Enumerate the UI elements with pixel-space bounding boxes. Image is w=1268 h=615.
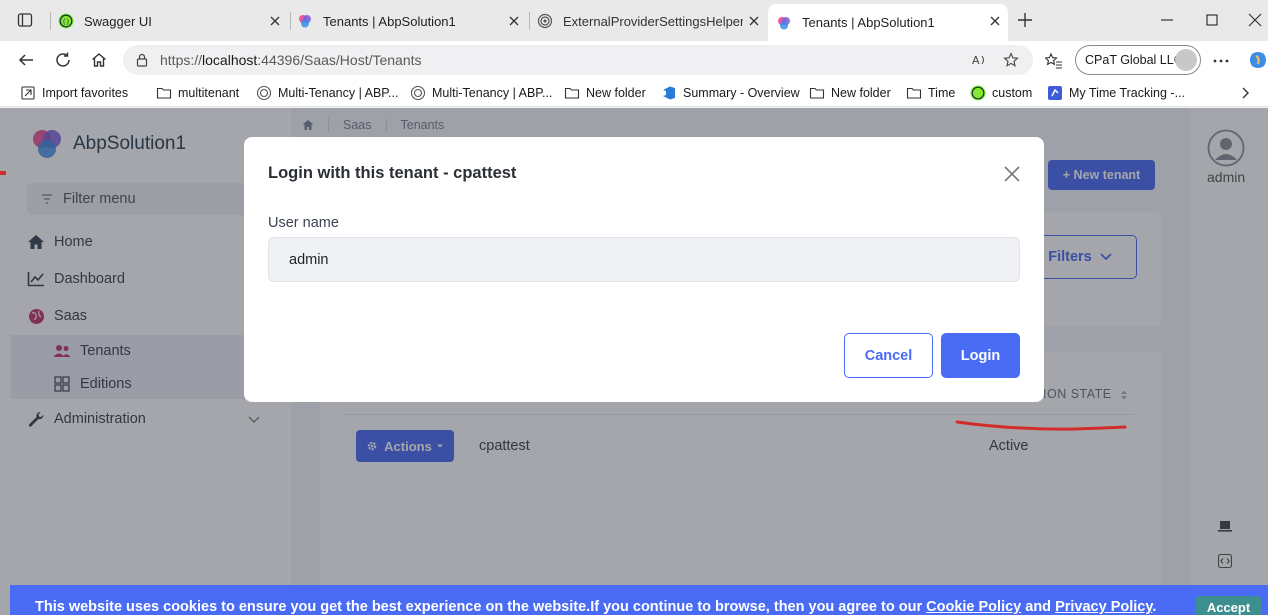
bookmark-folder[interactable]: New folder	[564, 84, 646, 102]
tab-title: Tenants | AbpSolution1	[802, 15, 935, 30]
cookie-text: This website uses cookies to ensure you …	[35, 599, 1156, 615]
swagger-icon: {}	[58, 13, 74, 29]
minimize-icon[interactable]	[1157, 10, 1177, 30]
bookmark-folder[interactable]: New folder	[809, 84, 891, 102]
avatar	[1175, 49, 1197, 71]
cookie-end: .	[1152, 599, 1157, 615]
bookmark-label: custom	[992, 86, 1033, 100]
url-path: :44396/Saas/Host/Tenants	[257, 52, 422, 68]
url-scheme: https://	[160, 52, 203, 68]
new-tab-icon[interactable]	[1015, 10, 1035, 30]
cookie-banner: This website uses cookies to ensure you …	[10, 585, 1268, 615]
bookmark-link[interactable]: Multi-Tenancy | ABP...	[256, 84, 398, 102]
fingerprint-icon	[410, 85, 426, 101]
tab-title: Swagger UI	[84, 13, 152, 29]
address-bar[interactable]: https://localhost:44396/Saas/Host/Tenant…	[123, 45, 1033, 75]
tab-external-provider[interactable]: ExternalProviderSettingsHelper af	[537, 7, 767, 35]
tab-tenants-1[interactable]: Tenants | AbpSolution1	[297, 7, 527, 35]
bookmark-folder[interactable]: multitenant	[156, 84, 239, 102]
fingerprint-icon	[256, 85, 272, 101]
abp-icon	[299, 15, 311, 28]
svg-text:A: A	[972, 54, 980, 67]
bookmark-label: New folder	[831, 86, 891, 100]
bookmark-label: multitenant	[178, 86, 240, 100]
home-icon[interactable]	[88, 49, 110, 71]
cookie-policy-link[interactable]: Cookie Policy	[926, 599, 1021, 615]
copilot-icon[interactable]	[1248, 50, 1268, 70]
bookmark-label: Time	[928, 86, 956, 100]
login-button[interactable]: Login	[941, 333, 1020, 378]
close-icon[interactable]	[268, 14, 282, 28]
close-icon[interactable]	[1003, 165, 1021, 183]
annotation-underline	[955, 420, 1127, 431]
folder-icon	[809, 87, 825, 99]
close-icon[interactable]	[507, 14, 521, 28]
tab-swagger[interactable]: {} Swagger UI	[58, 7, 288, 35]
profile-name: CPaT Global LLC	[1085, 53, 1183, 67]
import-icon	[21, 86, 35, 100]
tab-actions-icon[interactable]	[14, 9, 36, 31]
bookmark-label: My Time Tracking -...	[1069, 86, 1185, 100]
maximize-icon[interactable]	[1202, 10, 1222, 30]
folder-icon	[156, 87, 172, 99]
bookmark-label: Summary - Overview	[683, 86, 800, 100]
bookmark-label: New folder	[586, 86, 646, 100]
cookie-and: and	[1021, 599, 1056, 615]
browser-toolbar: https://localhost:44396/Saas/Host/Tenant…	[0, 41, 1268, 79]
abp-icon	[778, 16, 790, 29]
login-tenant-modal: Login with this tenant - cpattest User n…	[244, 137, 1044, 402]
close-icon[interactable]	[988, 14, 1002, 28]
bookmark-label: Import favorites	[42, 86, 129, 100]
chevron-right-icon[interactable]	[1238, 85, 1252, 101]
window-close-icon[interactable]	[1245, 10, 1265, 30]
url-text: https://localhost:44396/Saas/Host/Tenant…	[160, 52, 422, 68]
folder-icon	[564, 87, 580, 99]
annotation-mark	[0, 171, 6, 175]
back-icon[interactable]	[15, 49, 37, 71]
url-host: localhost	[202, 52, 258, 68]
tab-separator	[529, 12, 530, 30]
bookmarks-bar: Import favorites multitenant Multi-Tenan…	[0, 79, 1268, 107]
privacy-policy-link[interactable]: Privacy Policy	[1055, 599, 1152, 615]
bookmark-link[interactable]: My Time Tracking -...	[1047, 84, 1185, 102]
accept-cookies-button[interactable]: Accept	[1196, 596, 1261, 615]
bookmark-label: Multi-Tenancy | ABP...	[432, 86, 553, 100]
time-tracking-icon	[1048, 86, 1062, 100]
username-input[interactable]	[268, 237, 1020, 282]
fingerprint-icon	[537, 13, 553, 29]
bookmark-import-favorites[interactable]: Import favorites	[20, 84, 128, 102]
svg-text:{}: {}	[62, 19, 70, 26]
read-aloud-icon[interactable]: A	[971, 52, 987, 68]
folder-icon	[906, 87, 922, 99]
browser-tab-bar: {} Swagger UI Tenants | AbpSolution1 Ext…	[0, 0, 1268, 41]
refresh-icon[interactable]	[52, 49, 74, 71]
favorite-star-icon[interactable]	[1003, 52, 1019, 68]
azure-devops-icon	[663, 86, 675, 100]
profile-button[interactable]: CPaT Global LLC	[1075, 45, 1201, 75]
cookie-message: This website uses cookies to ensure you …	[35, 599, 927, 615]
username-label: User name	[268, 215, 339, 231]
tab-title: ExternalProviderSettingsHelper af	[563, 13, 743, 29]
tab-separator	[50, 12, 51, 30]
bookmark-link[interactable]: custom	[970, 84, 1032, 102]
bookmark-folder[interactable]: Time	[906, 84, 955, 102]
more-options-icon[interactable]	[1212, 52, 1230, 70]
modal-title: Login with this tenant - cpattest	[268, 164, 517, 182]
tab-separator	[290, 12, 291, 30]
tab-tenants-active[interactable]: Tenants | AbpSolution1	[768, 4, 1008, 41]
bookmark-label: Multi-Tenancy | ABP...	[278, 86, 399, 100]
cancel-button[interactable]: Cancel	[844, 333, 933, 378]
swagger-icon	[970, 85, 986, 101]
bookmark-link[interactable]: Multi-Tenancy | ABP...	[410, 84, 552, 102]
close-icon[interactable]	[747, 14, 761, 28]
favorites-icon[interactable]	[1045, 52, 1063, 70]
bookmark-link[interactable]: Summary - Overview	[661, 84, 800, 102]
tab-title: Tenants | AbpSolution1	[323, 13, 456, 29]
lock-icon[interactable]	[135, 53, 149, 67]
